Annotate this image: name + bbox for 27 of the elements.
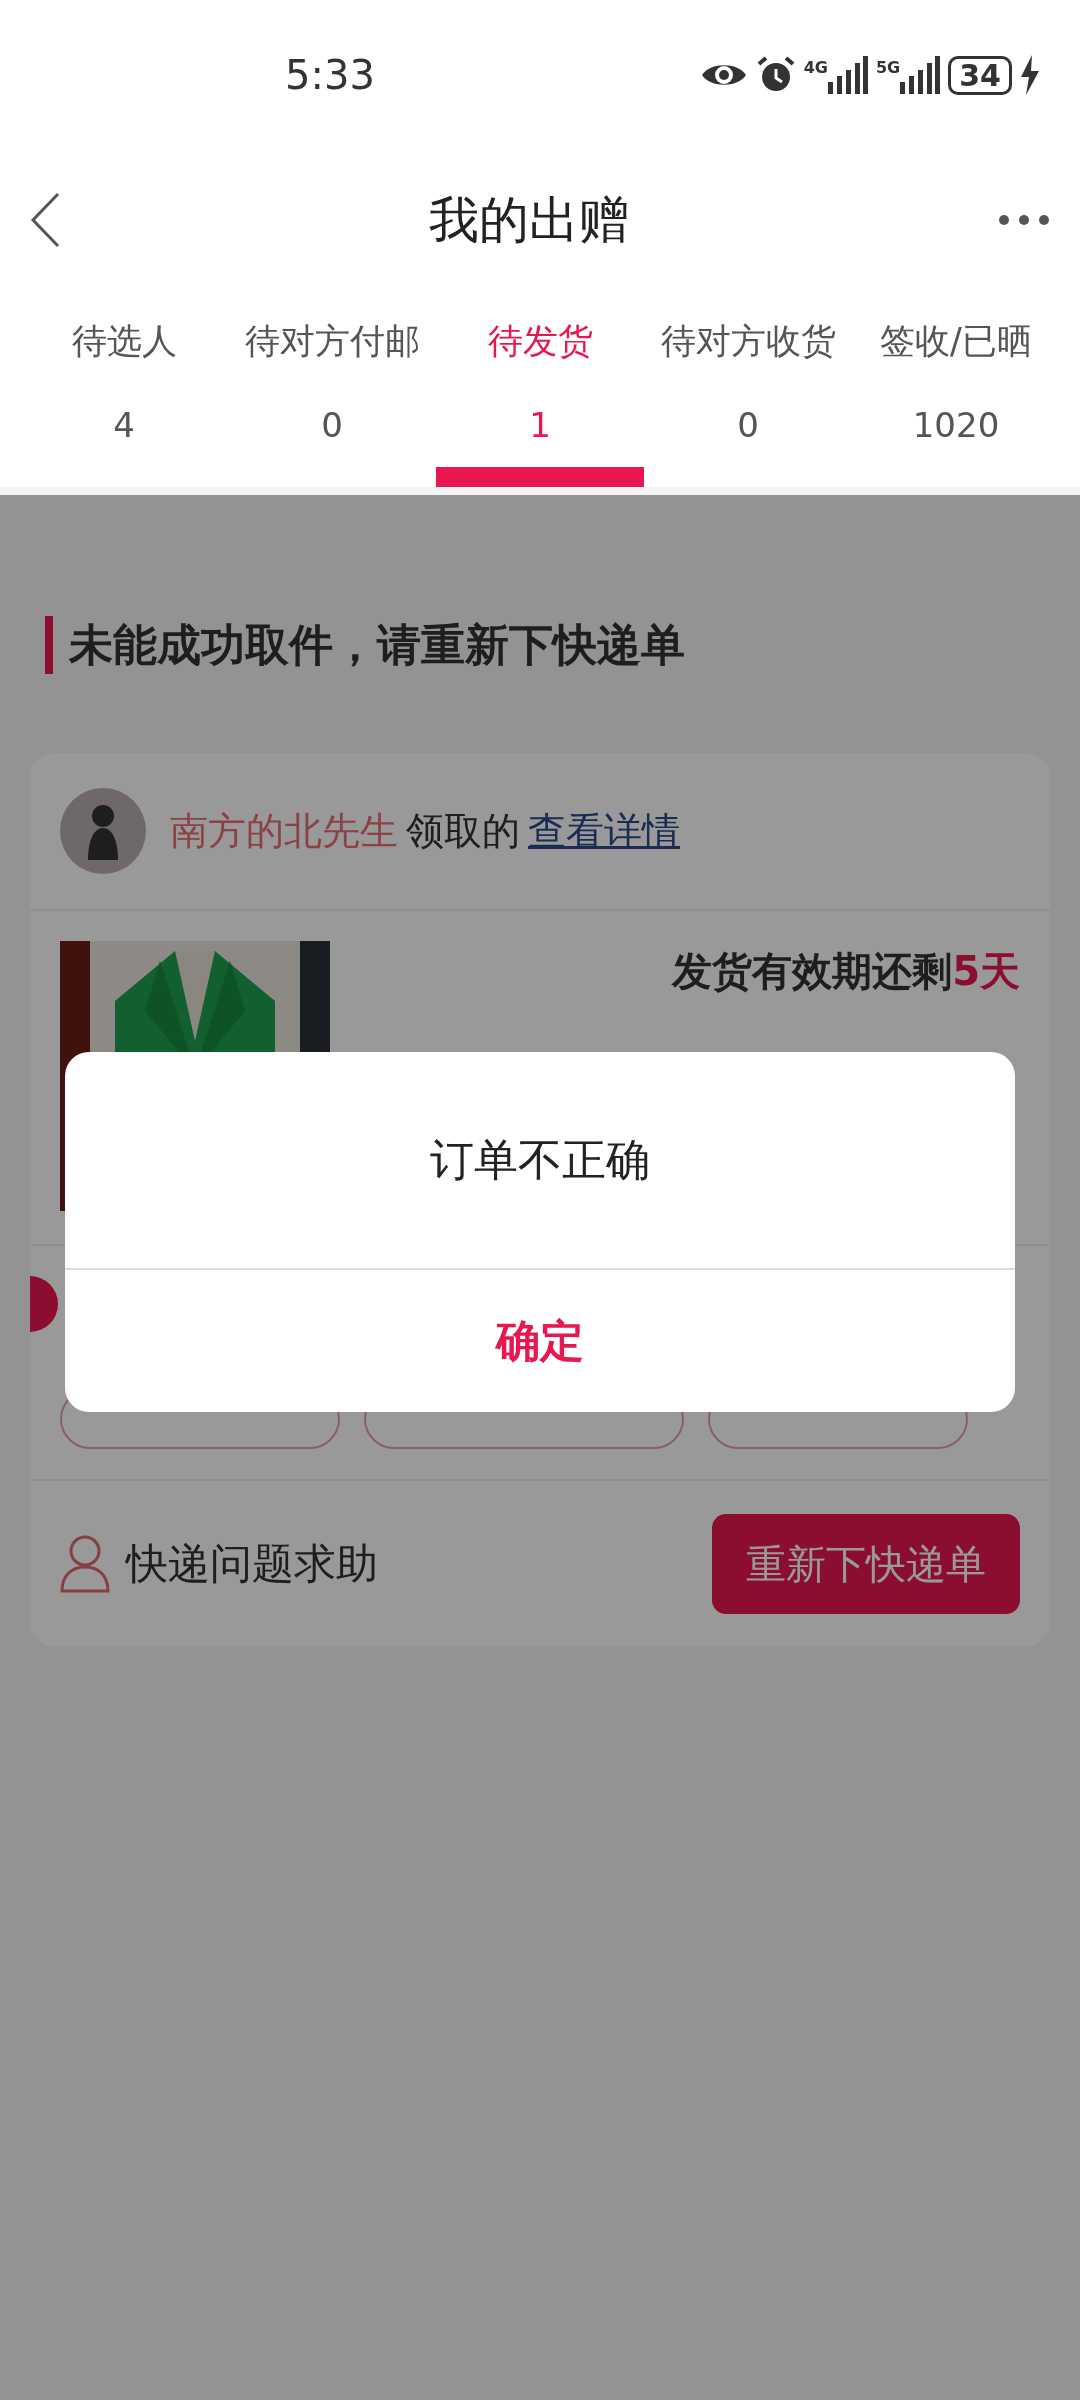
page-title: 我的出赠 <box>429 189 629 251</box>
battery-level: 34 <box>948 55 1012 95</box>
accent-bar <box>45 616 53 674</box>
tab[interactable]: 待选人 4 <box>20 320 228 487</box>
shipping-deadline: 发货有效期还剩5天 <box>672 947 1020 996</box>
more-icon[interactable] <box>998 214 1050 226</box>
tab[interactable]: 待对方付邮 0 <box>228 320 436 487</box>
person-icon <box>60 1534 110 1593</box>
received-label: 领取的 <box>406 807 520 855</box>
notice-title: 未能成功取件，请重新下快递单 <box>69 618 685 672</box>
reorder-button[interactable]: 重新下快递单 <box>712 1513 1020 1614</box>
network-type: 4G <box>803 57 828 79</box>
dialog-message: 订单不正确 <box>65 1052 1015 1270</box>
badge-icon <box>30 1276 58 1332</box>
charging-icon <box>1020 55 1040 95</box>
signal-icon <box>900 56 941 94</box>
confirm-button[interactable]: 确定 <box>65 1270 1015 1412</box>
tab[interactable]: 待发货 1 <box>436 320 644 487</box>
network-type: 5G <box>876 57 901 79</box>
tab[interactable]: 待对方收货 0 <box>644 320 852 487</box>
help-link[interactable]: 快递问题求助 <box>126 1532 378 1595</box>
signal-icon <box>828 56 868 94</box>
tab[interactable]: 签收/已晒 1020 <box>852 320 1060 487</box>
avatar-icon <box>60 788 146 874</box>
status-time: 5:33 <box>285 51 375 100</box>
details-link[interactable]: 查看详情 <box>528 802 680 860</box>
back-icon[interactable] <box>30 192 60 248</box>
